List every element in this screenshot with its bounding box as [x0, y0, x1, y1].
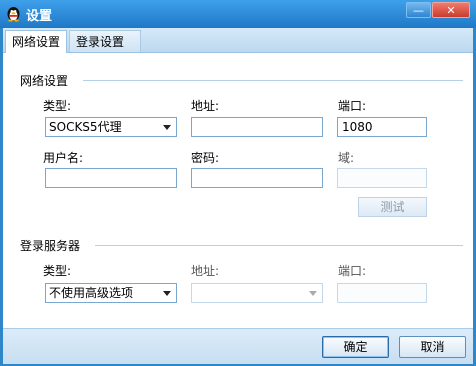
close-button[interactable]: ✕: [432, 2, 470, 18]
domain-label: 域:: [338, 151, 355, 165]
cancel-button[interactable]: 取消: [399, 336, 466, 358]
domain-input[interactable]: [337, 168, 427, 188]
network-section-title: 网络设置: [20, 74, 69, 88]
test-button[interactable]: 测试: [358, 197, 427, 217]
dialog-client-area: 网络设置 登录设置 网络设置 类型: SOCKS5代理 地址: 端口: 1080…: [3, 28, 473, 364]
login-port-input[interactable]: [337, 283, 427, 303]
network-type-select[interactable]: SOCKS5代理: [45, 117, 177, 137]
login-type-value: 不使用高级选项: [49, 286, 134, 300]
login-address-label: 地址:: [191, 264, 220, 278]
password-label: 密码:: [191, 151, 220, 165]
login-address-select[interactable]: [191, 283, 323, 303]
login-server-section-title: 登录服务器: [20, 239, 81, 253]
network-settings-panel: 网络设置 类型: SOCKS5代理 地址: 端口: 1080 用户名: 密码: …: [3, 53, 473, 328]
login-type-select[interactable]: 不使用高级选项: [45, 283, 177, 303]
network-section-divider: [83, 80, 463, 81]
network-address-label: 地址:: [191, 99, 220, 113]
username-label: 用户名:: [43, 151, 84, 165]
network-address-input[interactable]: [191, 117, 323, 137]
login-type-label: 类型:: [43, 264, 72, 278]
network-type-label: 类型:: [43, 99, 72, 113]
ok-button[interactable]: 确定: [322, 336, 389, 358]
tab-network-settings[interactable]: 网络设置: [5, 30, 67, 53]
dialog-footer: 确定 取消: [3, 328, 473, 364]
chevron-down-icon: [163, 125, 171, 130]
password-input[interactable]: [191, 168, 323, 188]
tab-strip: 网络设置 登录设置: [3, 28, 473, 53]
username-input[interactable]: [45, 168, 177, 188]
chevron-down-icon: [309, 291, 317, 296]
window-title: 设置: [26, 9, 53, 24]
network-port-input[interactable]: 1080: [337, 117, 427, 137]
tab-login-settings[interactable]: 登录设置: [69, 30, 141, 52]
network-type-value: SOCKS5代理: [49, 120, 122, 134]
title-bar[interactable]: 设置 — ✕: [0, 0, 476, 28]
qq-penguin-icon: [7, 7, 20, 22]
login-port-label: 端口:: [338, 264, 367, 278]
login-server-section-divider: [95, 245, 463, 246]
chevron-down-icon: [163, 291, 171, 296]
settings-window: 设置 — ✕ 网络设置 登录设置 网络设置 类型: SOCKS5代理 地址: 端…: [0, 0, 476, 366]
minimize-button[interactable]: —: [406, 2, 431, 18]
network-port-label: 端口:: [338, 99, 367, 113]
